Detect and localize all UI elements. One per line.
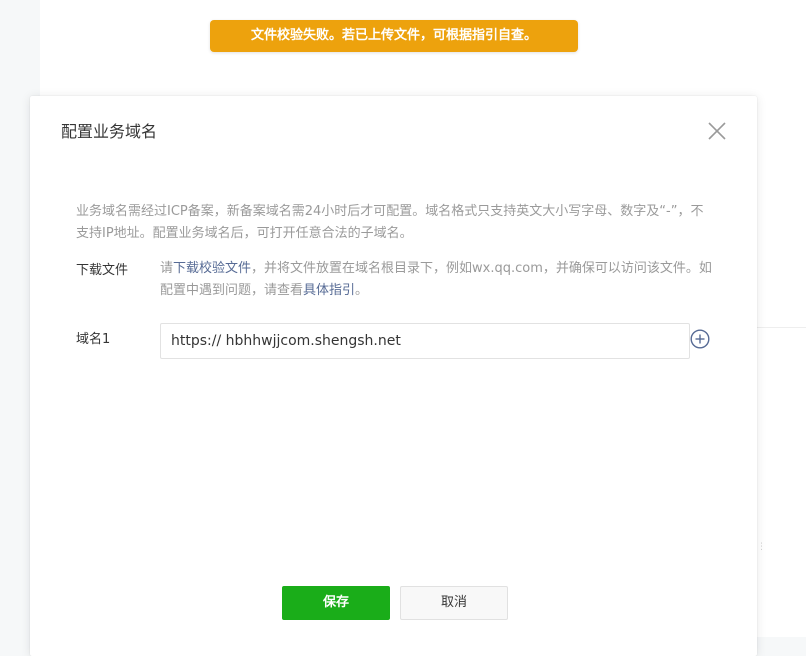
download-text-prefix: 请 (160, 261, 174, 276)
plus-circle-icon[interactable] (690, 329, 710, 349)
save-button[interactable]: 保存 (282, 586, 390, 620)
toast-message: 文件校验失败。若已上传文件，可根据指引自查。 (250, 28, 537, 43)
domain-1-input[interactable] (160, 323, 690, 359)
error-toast: 文件校验失败。若已上传文件，可根据指引自查。 (210, 20, 578, 52)
background-handle-dots: ⋮ (757, 542, 766, 552)
guide-link[interactable]: 具体指引 (303, 283, 355, 298)
background-divider (757, 327, 806, 328)
cancel-button[interactable]: 取消 (400, 586, 508, 620)
download-description: 请下载校验文件，并将文件放置在域名根目录下，例如wx.qq.com，并确保可以访… (160, 258, 720, 302)
domain-notice: 业务域名需经过ICP备案，新备案域名需24小时后才可配置。域名格式只支持英文大小… (76, 204, 704, 241)
download-text-suffix: 。 (355, 283, 369, 298)
close-icon[interactable] (706, 120, 728, 142)
download-verification-file-link[interactable]: 下载校验文件 (173, 261, 251, 276)
dialog-title: 配置业务域名 (61, 122, 158, 141)
domain-1-label: 域名1 (76, 332, 111, 347)
download-file-label: 下载文件 (76, 263, 129, 278)
configure-domain-dialog: 配置业务域名 业务域名需经过ICP备案，新备案域名需24小时后才可配置。域名格式… (30, 96, 757, 656)
